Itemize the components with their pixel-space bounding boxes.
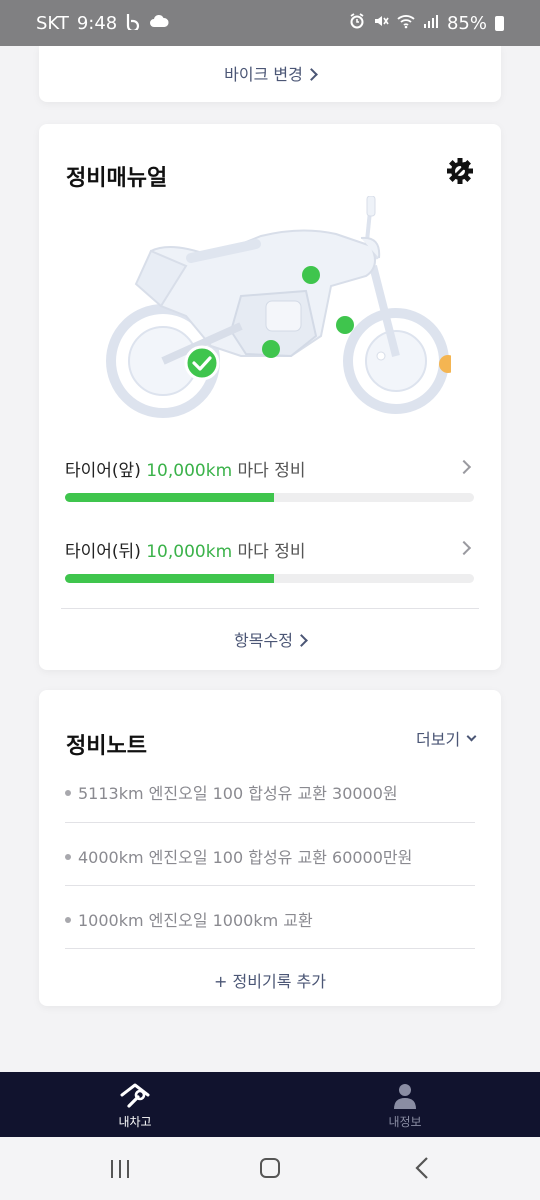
maintenance-notes-card: 정비노트 더보기 5113km 엔진오일 100 합성유 교환 30000원 4… bbox=[39, 690, 501, 1006]
note-text: 5113km 엔진오일 100 합성유 교환 30000원 bbox=[78, 784, 398, 803]
edit-items-button[interactable]: 항목수정 bbox=[39, 627, 501, 651]
bullet-icon bbox=[65, 790, 71, 796]
battery-icon bbox=[495, 15, 504, 31]
bullet-icon bbox=[65, 854, 71, 860]
bike-card: 바이크 변경 bbox=[39, 46, 501, 102]
bottom-nav: 내차고 내정보 bbox=[0, 1072, 540, 1137]
back-icon[interactable] bbox=[402, 1155, 442, 1183]
notes-title: 정비노트 bbox=[66, 734, 147, 759]
change-bike-button[interactable]: 바이크 변경 bbox=[39, 61, 501, 85]
person-icon bbox=[389, 1082, 421, 1110]
chevron-right-icon bbox=[456, 459, 472, 475]
item-name: 타이어(뒤) bbox=[65, 542, 141, 562]
manual-item-front-tire[interactable]: 타이어(앞) 10,000km 마다 정비 bbox=[65, 456, 475, 516]
wifi-icon bbox=[397, 13, 415, 34]
alarm-icon bbox=[349, 12, 365, 34]
chevron-right-icon bbox=[304, 68, 318, 81]
nav-label: 내정보 bbox=[388, 1115, 422, 1129]
progress-bar bbox=[65, 493, 474, 502]
more-button[interactable]: 더보기 bbox=[416, 726, 477, 750]
more-label: 더보기 bbox=[416, 730, 461, 749]
chevron-down-icon bbox=[466, 731, 477, 741]
maintenance-manual-card: 정비매뉴얼 타이어(앞) 10,000km 마다 정비 타이어(뒤) 10,00… bbox=[39, 124, 501, 670]
note-text: 1000km 엔진오일 1000km 교환 bbox=[78, 911, 313, 930]
item-interval: 10,000km bbox=[146, 542, 233, 562]
manual-item-rear-tire[interactable]: 타이어(뒤) 10,000km 마다 정비 bbox=[65, 537, 475, 597]
manual-title: 정비매뉴얼 bbox=[66, 166, 168, 191]
progress-fill bbox=[65, 493, 274, 502]
status-bar: SKT 9:48 85% bbox=[0, 0, 540, 46]
nav-item-garage[interactable]: 내차고 bbox=[0, 1072, 270, 1137]
divider bbox=[65, 948, 475, 949]
signal-icon bbox=[423, 13, 439, 34]
garage-wrench-icon bbox=[119, 1082, 151, 1110]
carrier-label: SKT bbox=[36, 12, 69, 34]
chevron-right-icon bbox=[295, 634, 308, 647]
item-suffix: 마다 정비 bbox=[237, 542, 306, 562]
progress-fill bbox=[65, 574, 274, 583]
battery-percent: 85% bbox=[446, 12, 487, 34]
nav-label: 내차고 bbox=[118, 1115, 152, 1129]
gear-wrench-icon[interactable] bbox=[445, 156, 477, 188]
chevron-right-icon bbox=[456, 540, 472, 556]
note-text: 4000km 엔진오일 100 합성유 교환 60000만원 bbox=[78, 848, 413, 867]
mute-icon bbox=[373, 13, 389, 34]
add-record-button[interactable]: + 정비기록 추가 bbox=[39, 968, 501, 992]
divider bbox=[65, 885, 475, 886]
progress-bar bbox=[65, 574, 474, 583]
note-item[interactable]: 1000km 엔진오일 1000km 교환 bbox=[65, 907, 475, 931]
note-item[interactable]: 5113km 엔진오일 100 합성유 교환 30000원 bbox=[65, 780, 475, 804]
recent-apps-icon[interactable] bbox=[100, 1155, 140, 1183]
item-interval: 10,000km bbox=[146, 461, 233, 481]
main-content: 바이크 변경 정비매뉴얼 타이어(앞) 10,000km 마다 정비 타이어(뒤… bbox=[0, 46, 540, 1072]
note-item[interactable]: 4000km 엔진오일 100 합성유 교환 60000만원 bbox=[65, 844, 475, 868]
cloud-icon bbox=[149, 13, 169, 33]
change-bike-label: 바이크 변경 bbox=[224, 65, 303, 84]
clock: 9:48 bbox=[76, 12, 118, 34]
bullet-icon bbox=[65, 917, 71, 923]
edit-items-label: 항목수정 bbox=[234, 631, 293, 650]
b-app-icon bbox=[125, 12, 141, 34]
item-name: 타이어(앞) bbox=[65, 461, 141, 481]
divider bbox=[65, 822, 475, 823]
home-icon[interactable] bbox=[250, 1155, 290, 1183]
system-nav-bar bbox=[0, 1137, 540, 1200]
motorcycle-diagram bbox=[91, 195, 457, 426]
divider bbox=[61, 608, 479, 609]
nav-item-profile[interactable]: 내정보 bbox=[270, 1072, 540, 1137]
item-suffix: 마다 정비 bbox=[237, 461, 306, 481]
